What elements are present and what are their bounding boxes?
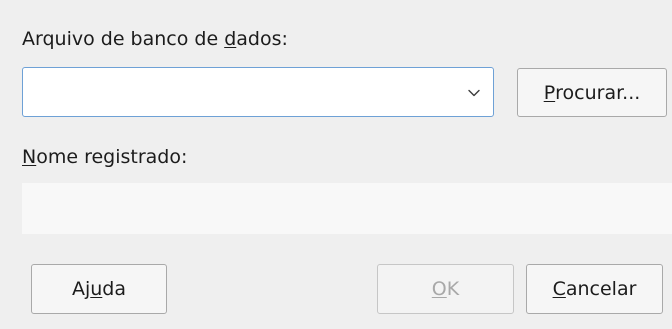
ok-button-label: K (446, 278, 460, 300)
help-button-suffix: da (102, 278, 127, 300)
registered-name-label: Nome registrado: (22, 148, 187, 167)
database-file-label-prefix: Arquivo de banco de (22, 28, 225, 50)
ok-button-mnemonic: O (431, 278, 447, 300)
registered-name-label-mnemonic: N (22, 146, 37, 168)
database-file-combobox[interactable] (22, 67, 494, 117)
registered-name-label-rest: ome registrado: (36, 146, 188, 168)
help-button[interactable]: Aj u da (31, 264, 167, 314)
chevron-down-icon[interactable] (467, 86, 481, 100)
browse-button-label: rocurar... (555, 81, 641, 104)
cancel-button-label: ancelar (565, 278, 637, 300)
ok-button[interactable]: OK (377, 264, 514, 314)
browse-button[interactable]: Procurar... (517, 68, 667, 117)
cancel-button[interactable]: Cancelar (526, 264, 663, 314)
cancel-button-mnemonic: C (552, 278, 566, 300)
registered-name-input[interactable] (22, 183, 672, 234)
database-file-label: Arquivo de banco de dados: (22, 30, 288, 49)
help-button-prefix: Aj (71, 278, 91, 300)
database-file-label-mnemonic: d (224, 28, 237, 50)
register-database-dialog: Arquivo de banco de dados: Procurar... N… (0, 0, 672, 329)
browse-button-mnemonic: P (543, 81, 556, 104)
help-button-mnemonic: u (90, 278, 103, 300)
database-file-label-suffix: ados: (236, 28, 288, 50)
